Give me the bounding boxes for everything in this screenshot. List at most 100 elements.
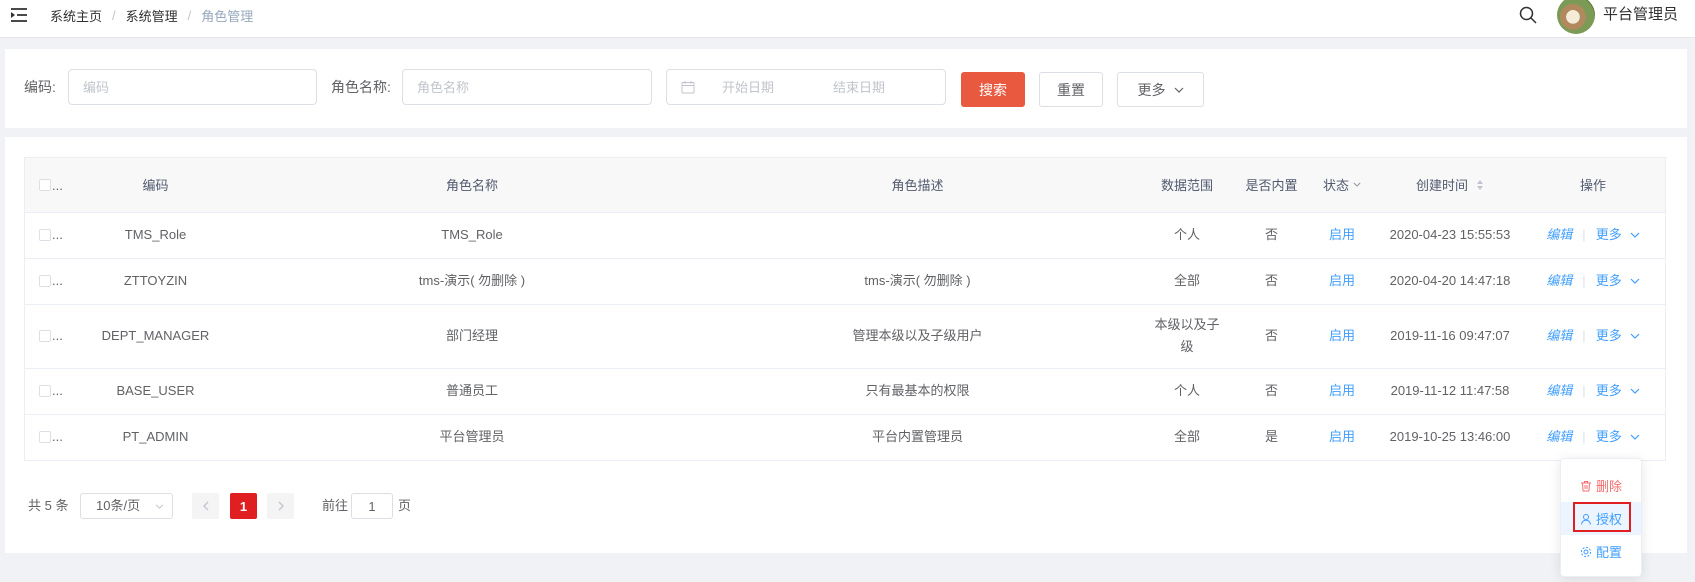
- row-checkbox[interactable]: [39, 229, 51, 242]
- row-select-cell: ...: [25, 304, 66, 369]
- cell-builtin: 否: [1238, 368, 1305, 415]
- edit-link[interactable]: 编辑: [1546, 270, 1572, 292]
- data-range-text: 本级以及子级: [1154, 317, 1220, 354]
- breadcrumb-separator: /: [112, 7, 116, 23]
- row-select-cell: ...: [25, 414, 66, 461]
- cell-role-name: TMS_Role: [245, 212, 699, 259]
- cell-status: 启用: [1305, 304, 1379, 369]
- role-table: ... 编码 角色名称 角色描述 数据范围 是否内置 状态 创建时间 操作 ..…: [24, 157, 1666, 461]
- cell-status: 启用: [1305, 212, 1379, 259]
- search-button[interactable]: 搜索: [961, 72, 1025, 107]
- chevron-down-icon: [1174, 87, 1183, 93]
- more-actions-label: 更多: [1595, 328, 1622, 343]
- avatar[interactable]: [1557, 0, 1595, 34]
- cell-builtin: 是: [1238, 414, 1305, 461]
- more-actions-trigger[interactable]: 更多: [1596, 224, 1640, 246]
- menu-item-config[interactable]: 配置: [1561, 535, 1641, 568]
- calendar-icon: [681, 81, 695, 94]
- more-actions-label: 更多: [1595, 429, 1622, 444]
- chevron-down-icon: [155, 504, 164, 509]
- cell-ellipsis: ...: [52, 273, 63, 289]
- select-all-checkbox[interactable]: [39, 179, 51, 192]
- cell-role-name: 部门经理: [245, 304, 699, 369]
- breadcrumb: 系统主页 / 系统管理 / 角色管理: [50, 5, 253, 25]
- cell-builtin: 否: [1238, 258, 1305, 305]
- breadcrumb-item-home[interactable]: 系统主页: [50, 6, 102, 25]
- search-icon[interactable]: [1519, 6, 1537, 24]
- row-select-cell: ...: [25, 258, 66, 305]
- cell-status: 启用: [1305, 258, 1379, 305]
- role-name-input[interactable]: [402, 69, 652, 105]
- edit-link[interactable]: 编辑: [1546, 426, 1572, 448]
- next-page-button[interactable]: [267, 493, 294, 519]
- goto-page-input[interactable]: [351, 493, 393, 519]
- end-date-input[interactable]: [809, 78, 909, 96]
- status-toggle[interactable]: 启用: [1329, 383, 1355, 398]
- edit-link[interactable]: 编辑: [1546, 380, 1572, 402]
- row-checkbox[interactable]: [39, 431, 51, 444]
- table-row: ... DEPT_MANAGER 部门经理 管理本级以及子级用户 本级以及子级 …: [25, 304, 1665, 369]
- cell-description: tms-演示( 勿删除 ): [699, 258, 1136, 305]
- date-range-picker[interactable]: [666, 69, 946, 105]
- column-header-builtin: 是否内置: [1238, 158, 1305, 213]
- edit-link[interactable]: 编辑: [1546, 325, 1572, 347]
- highlight-box: [1573, 502, 1631, 532]
- more-actions-trigger[interactable]: 更多: [1596, 380, 1640, 402]
- status-toggle[interactable]: 启用: [1329, 227, 1355, 242]
- more-actions-trigger[interactable]: 更多: [1596, 325, 1640, 347]
- user-name[interactable]: 平台管理员: [1603, 5, 1678, 25]
- more-actions-label: 更多: [1595, 227, 1622, 242]
- cell-created-time: 2019-11-12 11:47:58: [1379, 368, 1521, 415]
- cell-status: 启用: [1305, 368, 1379, 415]
- menu-item-label: 配置: [1595, 545, 1622, 560]
- data-range-text: 全部: [1173, 273, 1200, 288]
- page-size-select[interactable]: 10条/页: [80, 493, 173, 519]
- column-header-status[interactable]: 状态: [1305, 158, 1379, 213]
- cell-created-time: 2020-04-23 15:55:53: [1379, 212, 1521, 259]
- cell-ellipsis: ...: [52, 383, 63, 399]
- menu-item-delete[interactable]: 删除: [1561, 469, 1641, 502]
- data-range-text: 全部: [1173, 429, 1200, 444]
- more-filters-label: 更多: [1137, 81, 1166, 98]
- page-number-current[interactable]: 1: [230, 493, 257, 519]
- cell-description: 管理本级以及子级用户: [699, 304, 1136, 369]
- cell-code: BASE_USER: [66, 368, 245, 415]
- cell-ellipsis: ...: [52, 429, 63, 445]
- row-checkbox[interactable]: [39, 385, 51, 398]
- row-checkbox[interactable]: [39, 330, 51, 343]
- edit-link[interactable]: 编辑: [1546, 224, 1572, 246]
- status-toggle[interactable]: 启用: [1329, 328, 1355, 343]
- menu-fold-icon[interactable]: [11, 8, 27, 22]
- column-header-created-time[interactable]: 创建时间: [1379, 158, 1521, 213]
- status-toggle[interactable]: 启用: [1329, 273, 1355, 288]
- breadcrumb-item-current: 角色管理: [201, 8, 254, 24]
- table-row: ... BASE_USER 普通员工 只有最基本的权限 个人 否 启用 2019…: [25, 368, 1665, 415]
- cell-status: 启用: [1305, 414, 1379, 461]
- action-separator: |: [1582, 273, 1586, 288]
- data-range-text: 个人: [1173, 383, 1200, 398]
- more-actions-trigger[interactable]: 更多: [1596, 426, 1640, 448]
- start-date-input[interactable]: [698, 78, 798, 96]
- code-input[interactable]: [68, 69, 317, 105]
- row-checkbox[interactable]: [39, 275, 51, 288]
- prev-page-button[interactable]: [192, 493, 219, 519]
- cell-role-name: tms-演示( 勿删除 ): [245, 258, 699, 305]
- sort-icon[interactable]: [1476, 179, 1484, 191]
- action-separator: |: [1582, 328, 1586, 343]
- more-filters-button[interactable]: 更多: [1117, 72, 1204, 107]
- breadcrumb-separator: /: [187, 7, 192, 23]
- status-toggle[interactable]: 启用: [1329, 429, 1355, 444]
- reset-button[interactable]: 重置: [1039, 72, 1103, 107]
- more-actions-trigger[interactable]: 更多: [1596, 270, 1640, 292]
- cell-data-range: 个人: [1136, 212, 1238, 259]
- cell-builtin: 否: [1238, 304, 1305, 369]
- table-row: ... ZTTOYZIN tms-演示( 勿删除 ) tms-演示( 勿删除 )…: [25, 258, 1665, 305]
- more-actions-label: 更多: [1595, 383, 1622, 398]
- cell-code: DEPT_MANAGER: [66, 304, 245, 369]
- chevron-down-icon: [1630, 388, 1640, 394]
- table-row: ... TMS_Role TMS_Role 个人 否 启用 2020-04-23…: [25, 212, 1665, 259]
- breadcrumb-item-system[interactable]: 系统管理: [126, 6, 178, 25]
- cell-code: TMS_Role: [66, 212, 245, 259]
- data-range-text: 个人: [1173, 227, 1200, 242]
- action-separator: |: [1582, 429, 1586, 444]
